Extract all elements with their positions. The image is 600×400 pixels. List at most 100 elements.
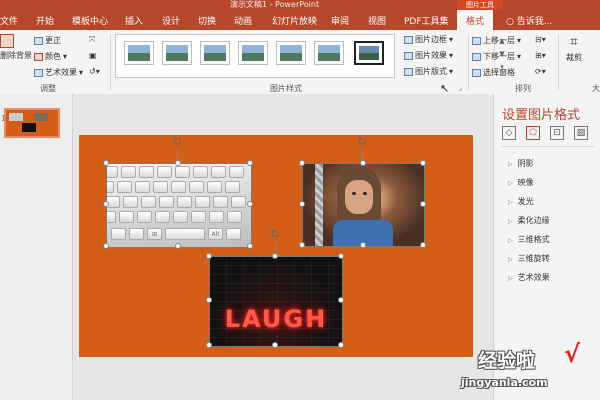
ribbon-tab-bar: 文件 开始 模板中心 插入 设计 切换 动画 幻灯片放映 审阅 视图 PDF工具… [0,10,600,30]
resize-handle[interactable] [175,243,181,249]
size-group-label: 大 [592,84,600,93]
compress-pictures-icon[interactable]: ⤧ [89,35,95,45]
picture-style-7-selected[interactable] [354,41,384,65]
reflection-section[interactable]: 映像 [508,177,534,188]
artistic-effects-section[interactable]: 艺术效果 [508,272,550,283]
tab-home[interactable]: 开始 [36,14,54,27]
resize-handle[interactable] [206,253,212,259]
resize-handle[interactable] [360,160,366,166]
slide-thumbnail-pane: 1 [0,94,73,400]
3d-format-section[interactable]: 三维格式 [508,234,550,245]
picture-border-button[interactable]: 图片边框 ▾ [404,34,453,45]
slide-thumbnail-1[interactable] [4,108,60,138]
adjust-group-label: 调整 [40,84,56,93]
corrections-button[interactable]: 更正 [34,35,61,46]
bring-forward-button[interactable]: 上移一层 ▾ [472,35,521,46]
window-title: 演示文稿1 - PowerPoint [230,0,320,9]
align-icon[interactable]: ⊟▾ [535,35,546,44]
effects-icon[interactable]: ⬠ [526,126,540,140]
resize-handle[interactable] [272,342,278,348]
change-picture-icon[interactable]: ▣ [89,51,97,60]
chevron-down-icon: ▾ [63,52,68,61]
resize-handle[interactable] [420,201,426,207]
resize-handle[interactable] [299,160,305,166]
send-backward-button[interactable]: 下移一层 ▾ [472,51,521,62]
resize-handle[interactable] [206,342,212,348]
resize-handle[interactable] [299,242,305,248]
tab-slideshow[interactable]: 幻灯片放映 [272,14,317,27]
selection-pane-icon [472,68,481,77]
rotate-handle-stem [362,150,363,158]
picture-style-1[interactable] [124,41,154,65]
send-backward-icon [472,52,481,61]
reset-picture-icon[interactable]: ↺▾ [89,67,100,76]
rotate-handle-stem [177,150,178,158]
tab-pdf-tools[interactable]: PDF工具集 [404,14,449,27]
resize-handle[interactable] [272,253,278,259]
glow-section[interactable]: 发光 [508,196,534,207]
neon-laugh-text: LAUGH [224,305,328,333]
resize-handle[interactable] [103,201,109,207]
thumbnail-laugh-picture [22,123,36,132]
tab-file[interactable]: 文件 [0,14,18,27]
artistic-effects-button[interactable]: 艺术效果 ▾ [34,67,83,78]
resize-handle[interactable] [360,242,366,248]
rotate-handle-icon[interactable]: ↻ [172,135,182,147]
tell-me-search[interactable]: ○ 告诉我... [506,14,552,27]
rotate-handle-icon[interactable]: ↻ [270,228,280,240]
tab-view[interactable]: 视图 [368,14,386,27]
resize-handle[interactable] [206,297,212,303]
chevron-down-icon: ▾ [517,36,522,45]
picture-style-2[interactable] [162,41,192,65]
tab-template-center[interactable]: 模板中心 [72,14,108,27]
picture-style-3[interactable] [200,41,230,65]
picture-layout-button[interactable]: 图片版式 ▾ [404,66,453,77]
picture-icon[interactable]: ▨ [574,126,588,140]
rotate-handle-icon[interactable]: ↻ [357,135,367,147]
tab-design[interactable]: 设计 [162,14,180,27]
tab-insert[interactable]: 插入 [125,14,143,27]
resize-handle[interactable] [338,297,344,303]
crop-button[interactable]: ⌗ 裁剪 [566,34,582,63]
resize-handle[interactable] [420,242,426,248]
group-objects-icon[interactable]: ⊞▾ [535,51,546,60]
dialog-launcher-icon[interactable]: ⌟ [459,84,462,92]
remove-background-button[interactable]: 删除背景 [0,34,32,61]
rotate-icon[interactable]: ⟳▾ [535,67,546,76]
selection-pane-button[interactable]: 选择窗格 [472,67,515,78]
tab-animations[interactable]: 动画 [234,14,252,27]
resize-handle[interactable] [247,243,253,249]
color-label: 颜色 [45,52,61,61]
picture-style-5[interactable] [276,41,306,65]
laugh-neon-picture[interactable]: LAUGH [209,256,343,347]
resize-handle[interactable] [103,160,109,166]
picture-style-6[interactable] [314,41,344,65]
resize-handle[interactable] [247,201,253,207]
resize-handle[interactable] [103,243,109,249]
resize-handle[interactable] [247,160,253,166]
eye [352,192,356,195]
tell-me-placeholder: 告诉我... [516,17,553,27]
resize-handle[interactable] [338,253,344,259]
keyboard-picture[interactable]: ⊞ Alt [106,163,252,248]
size-properties-icon[interactable]: ⊡ [550,126,564,140]
rotate-handle-stem [275,243,276,251]
color-button[interactable]: 颜色 ▾ [34,51,67,62]
key-row: ⊞ Alt [111,228,241,242]
picture-effects-button[interactable]: 图片效果 ▾ [404,50,453,61]
soft-edges-section[interactable]: 柔化边缘 [508,215,550,226]
shadow-section[interactable]: 阴影 [508,158,534,169]
tab-review[interactable]: 审阅 [331,14,349,27]
girl-picture[interactable] [302,163,425,247]
resize-handle[interactable] [420,160,426,166]
resize-handle[interactable] [338,342,344,348]
crop-icon: ⌗ [570,34,578,50]
tab-transitions[interactable]: 切换 [198,14,216,27]
resize-handle[interactable] [175,160,181,166]
3d-rotation-section[interactable]: 三维旋转 [508,253,550,264]
fill-line-icon[interactable]: ◇ [502,126,516,140]
picture-style-4[interactable] [238,41,268,65]
chevron-down-icon: ▾ [449,51,454,60]
resize-handle[interactable] [299,201,305,207]
tab-format[interactable]: 格式 [457,10,494,30]
